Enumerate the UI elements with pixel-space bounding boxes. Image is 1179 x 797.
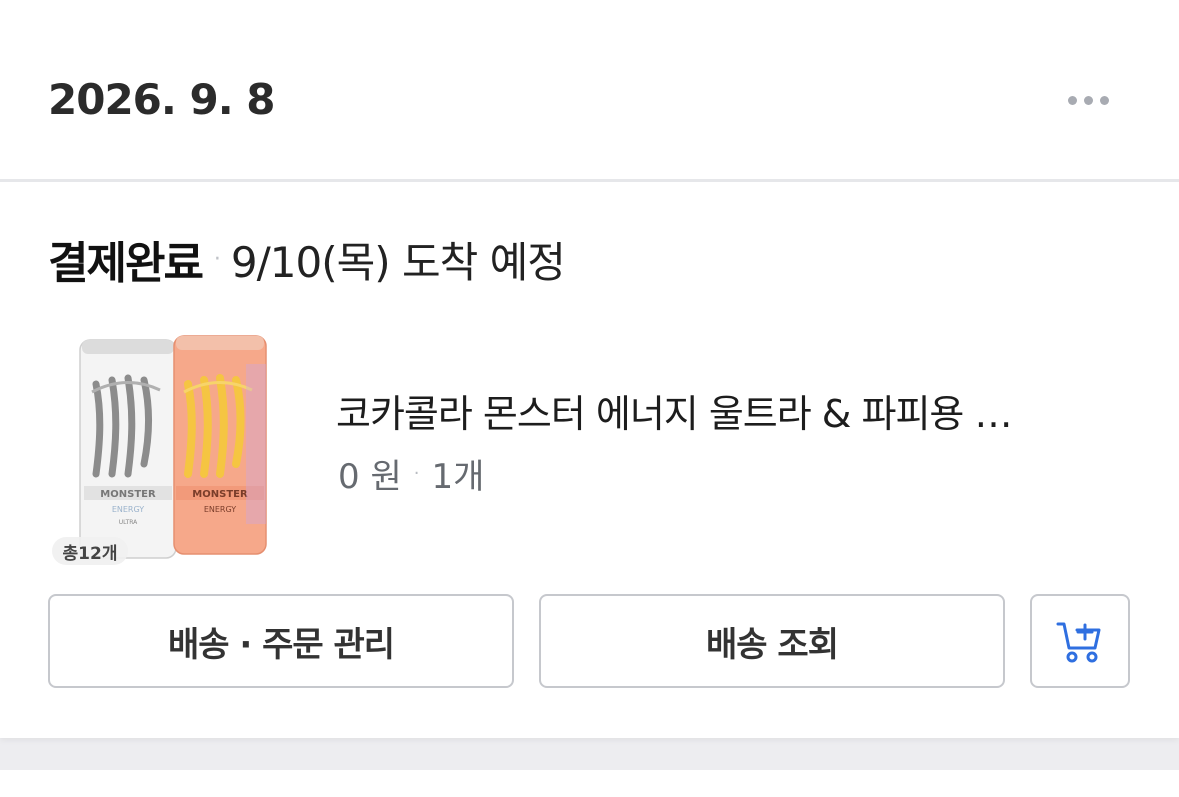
- product-quantity: 1개: [431, 456, 485, 497]
- order-status-line: 결제완료 · 9/10(목) 도착 예정: [48, 226, 566, 292]
- order-date: 2026. 9. 8: [48, 75, 275, 124]
- arrival-estimate: 9/10(목) 도착 예정: [230, 237, 566, 287]
- svg-text:MONSTER: MONSTER: [100, 489, 156, 500]
- delivery-order-manage-button[interactable]: 배송 · 주문 관리: [48, 594, 514, 688]
- product-image[interactable]: MONSTER ENERGY ULTRA MONSTER ENERGY: [56, 334, 280, 566]
- monster-ultra-can-icon: MONSTER ENERGY ULTRA: [79, 339, 177, 559]
- price-quantity-line: 0 원 · 1개: [338, 448, 484, 498]
- svg-text:ENERGY: ENERGY: [112, 505, 144, 514]
- product-name[interactable]: 코카콜라 몬스터 에너지 울트라 & 파피용 …: [336, 388, 1126, 440]
- order-header: 2026. 9. 8: [0, 0, 1179, 180]
- svg-text:ENERGY: ENERGY: [204, 505, 236, 514]
- header-divider: [0, 179, 1179, 182]
- price-separator: ·: [413, 462, 420, 484]
- more-dot-icon: [1099, 95, 1109, 105]
- order-card: 2026. 9. 8 결제완료 · 9/10(목) 도착 예정 MONSTER …: [0, 0, 1179, 738]
- add-to-cart-icon: [1056, 622, 1101, 663]
- svg-text:MONSTER: MONSTER: [192, 489, 248, 500]
- more-options-button[interactable]: [1058, 80, 1118, 120]
- more-dot-icon: [1083, 95, 1093, 105]
- more-dot-icon: [1067, 95, 1077, 105]
- svg-text:ULTRA: ULTRA: [119, 519, 138, 526]
- order-status: 결제완료: [48, 238, 204, 289]
- monster-pipeline-can-icon: MONSTER ENERGY: [173, 335, 267, 555]
- total-quantity-badge: 총12개: [52, 537, 128, 565]
- add-to-cart-button[interactable]: [1030, 594, 1130, 688]
- next-card-edge: [0, 770, 1179, 797]
- status-separator: ·: [213, 246, 221, 272]
- delivery-track-button[interactable]: 배송 조회: [539, 594, 1005, 688]
- product-price: 0 원: [338, 456, 402, 497]
